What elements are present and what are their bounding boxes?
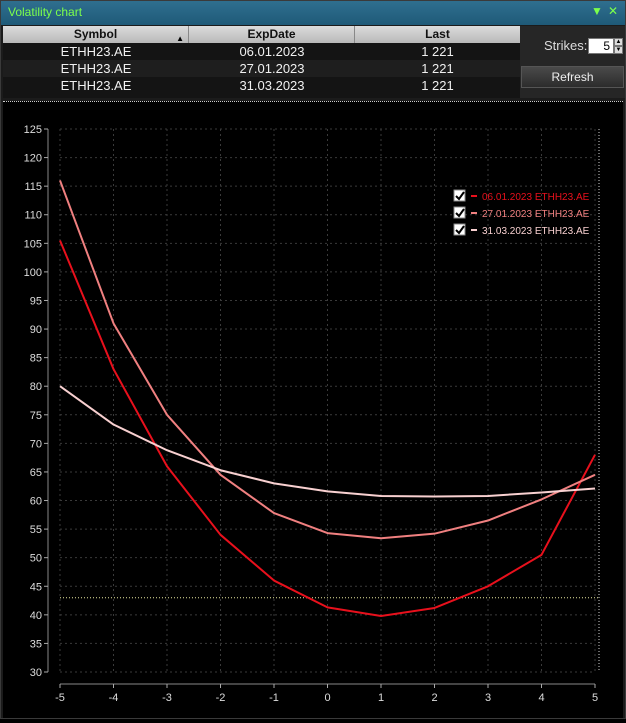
y-tick-label: 105 bbox=[24, 238, 42, 250]
cell-symbol: ETHH23.AE bbox=[60, 44, 132, 59]
y-tick-label: 115 bbox=[24, 181, 42, 193]
cell-last: 1 221 bbox=[421, 78, 454, 93]
y-tick-label: 60 bbox=[30, 496, 42, 508]
strikes-label: Strikes: bbox=[544, 38, 588, 53]
cell-expdate: 06.01.2023 bbox=[239, 44, 305, 59]
title-bar: Volatility chart ▼ ✕ bbox=[1, 1, 625, 25]
y-tick-label: 65 bbox=[30, 467, 42, 479]
y-tick-label: 35 bbox=[30, 638, 42, 650]
window-title: Volatility chart bbox=[8, 5, 83, 19]
x-tick-label: 0 bbox=[324, 692, 330, 704]
cell-symbol: ETHH23.AE bbox=[60, 78, 132, 93]
table-row[interactable]: ETHH23.AE 06.01.2023 1 221 bbox=[3, 43, 520, 60]
y-tick-label: 110 bbox=[24, 210, 42, 222]
y-tick-label: 95 bbox=[30, 295, 42, 307]
y-tick-label: 40 bbox=[30, 610, 42, 622]
y-tick-label: 90 bbox=[30, 324, 42, 336]
y-tick-label: 70 bbox=[30, 438, 42, 450]
y-tick-label: 75 bbox=[30, 410, 42, 422]
legend-label: 27.01.2023 ETHH23.AE bbox=[482, 209, 590, 220]
cell-last: 1 221 bbox=[421, 44, 454, 59]
x-tick-label: -4 bbox=[109, 692, 119, 704]
column-header-expdate[interactable]: ExpDate bbox=[189, 26, 355, 43]
x-tick-label: 2 bbox=[431, 692, 437, 704]
legend-label: 06.01.2023 ETHH23.AE bbox=[482, 192, 590, 203]
cell-symbol: ETHH23.AE bbox=[60, 61, 132, 76]
y-tick-label: 85 bbox=[30, 353, 42, 365]
y-tick-label: 80 bbox=[30, 381, 42, 393]
strikes-input[interactable]: 5 bbox=[588, 38, 614, 54]
x-tick-label: -3 bbox=[162, 692, 172, 704]
table-header: Symbol ▲ ExpDate Last bbox=[3, 26, 520, 43]
y-tick-label: 45 bbox=[30, 581, 42, 593]
cell-expdate: 31.03.2023 bbox=[239, 78, 305, 93]
x-tick-label: -2 bbox=[216, 692, 226, 704]
column-header-last[interactable]: Last bbox=[355, 26, 520, 43]
cell-expdate: 27.01.2023 bbox=[239, 61, 305, 76]
x-tick-label: -1 bbox=[269, 692, 279, 704]
y-tick-label: 120 bbox=[24, 153, 42, 165]
spin-down-icon[interactable]: ▼ bbox=[614, 46, 623, 54]
y-tick-label: 125 bbox=[24, 124, 42, 136]
cell-last: 1 221 bbox=[421, 61, 454, 76]
y-tick-label: 30 bbox=[30, 667, 42, 679]
close-icon[interactable]: ✕ bbox=[608, 4, 618, 18]
spin-up-icon[interactable]: ▲ bbox=[614, 38, 623, 46]
y-tick-label: 55 bbox=[30, 524, 42, 536]
x-tick-label: 3 bbox=[485, 692, 491, 704]
chart-area: 30 35 40 45 50 55 60 65 70 75 80 85 90 95 100 105 110 115… bbox=[3, 101, 623, 718]
legend-label: 31.03.2023 ETHH23.AE bbox=[482, 226, 590, 237]
controls-panel: Strikes: 5 ▲ ▼ Refresh bbox=[520, 26, 625, 98]
volatility-chart-window: Volatility chart ▼ ✕ Symbol ▲ ExpDate La… bbox=[0, 0, 626, 719]
table-row[interactable]: ETHH23.AE 31.03.2023 1 221 bbox=[3, 77, 520, 94]
column-header-symbol[interactable]: Symbol ▲ bbox=[3, 26, 189, 43]
x-tick-label: 5 bbox=[592, 692, 598, 704]
x-tick-label: -5 bbox=[55, 692, 65, 704]
volatility-chart: 3035404550556065707580859095100105110115… bbox=[24, 124, 600, 704]
x-tick-label: 4 bbox=[538, 692, 544, 704]
table-row[interactable]: ETHH23.AE 27.01.2023 1 221 bbox=[3, 60, 520, 77]
triangle-down-icon[interactable]: ▼ bbox=[591, 4, 603, 18]
y-tick-label: 50 bbox=[30, 553, 42, 565]
y-tick-label: 100 bbox=[24, 267, 42, 279]
refresh-button[interactable]: Refresh bbox=[521, 66, 624, 88]
x-tick-label: 1 bbox=[378, 692, 384, 704]
options-table: Symbol ▲ ExpDate Last ETHH23.AE 06.01.20… bbox=[3, 26, 520, 98]
